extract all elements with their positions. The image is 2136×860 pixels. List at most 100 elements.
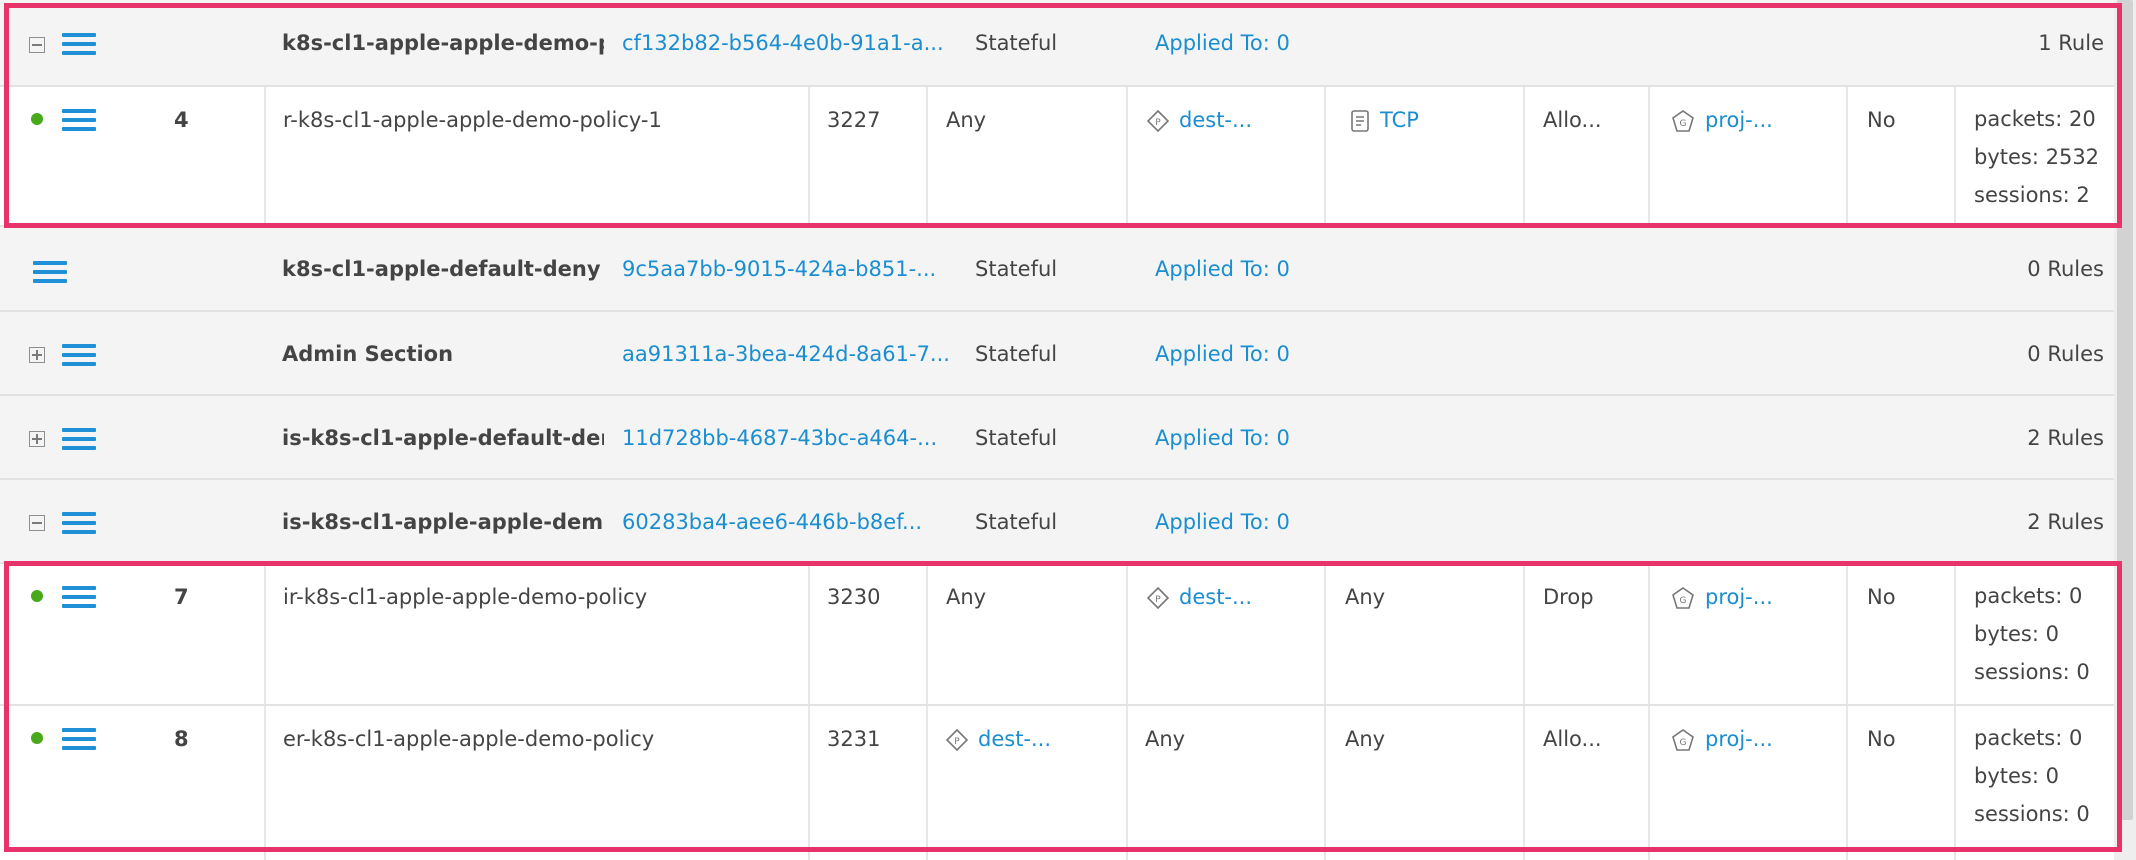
svg-text:G: G	[1680, 119, 1687, 129]
applied-to-link[interactable]: Gproj-...	[1671, 106, 1773, 134]
rule-id: 3227	[827, 108, 881, 132]
svg-text:P: P	[954, 737, 960, 747]
rule-services: Any	[1345, 727, 1386, 751]
menu-icon[interactable]	[62, 728, 96, 750]
section-name: Admin Section	[282, 342, 454, 366]
rule-count: 0 Rules	[2027, 342, 2104, 366]
rule-services: Any	[1345, 585, 1386, 609]
section-id-link[interactable]: 60283ba4-aee6-446b-b8ef...	[622, 508, 922, 536]
rule-stats: packets: 20 bytes: 2532 sessions: 2	[1974, 100, 2099, 214]
policy-section-row[interactable]: k8s-cl1-apple-apple-demo-p cf132b82-b564…	[0, 0, 2114, 87]
rule-sources: Any	[946, 585, 987, 609]
section-id-link[interactable]: 9c5aa7bb-9015-424a-b851-...	[622, 255, 936, 283]
destination-link[interactable]: Pdest-...	[1147, 106, 1252, 134]
expand-icon[interactable]	[29, 431, 45, 447]
policy-section-row[interactable]: k8s-cl1-apple-default-deny 9c5aa7bb-9015…	[0, 227, 2114, 312]
service-icon	[1351, 110, 1369, 132]
rule-count: 1 Rule	[2038, 31, 2104, 55]
rule-stats: packets: 0 bytes: 0 sessions: 0	[1974, 577, 2090, 691]
collapse-icon[interactable]	[29, 515, 45, 531]
section-type: Stateful	[975, 31, 1058, 55]
menu-icon[interactable]	[62, 344, 96, 366]
applied-to-link[interactable]: Applied To: 0	[1155, 424, 1290, 452]
menu-icon[interactable]	[62, 109, 96, 131]
section-id-link[interactable]: aa91311a-3bea-424d-8a61-7...	[622, 340, 950, 368]
bytes-stat: bytes: 2532	[1974, 145, 2100, 169]
status-dot	[31, 113, 43, 125]
section-name: is-k8s-cl1-apple-apple-demc	[282, 510, 604, 534]
packets-stat: packets: 0	[1974, 726, 2083, 750]
applied-to-link[interactable]: Gproj-...	[1671, 725, 1773, 753]
rule-stats: packets: 0 bytes: 0 sessions: 0	[1974, 719, 2090, 833]
rule-name: ir-k8s-cl1-apple-apple-demo-policy	[283, 585, 648, 609]
destination-link[interactable]: Pdest-...	[1147, 583, 1252, 611]
rule-destinations: Any	[1145, 727, 1186, 751]
expand-icon[interactable]	[29, 347, 45, 363]
svg-text:G: G	[1680, 738, 1687, 748]
svg-text:G: G	[1680, 596, 1687, 606]
source-link[interactable]: Pdest-...	[946, 725, 1051, 753]
section-type: Stateful	[975, 426, 1058, 450]
rule-action: Allo...	[1543, 727, 1602, 751]
applied-to-link[interactable]: Applied To: 0	[1155, 508, 1290, 536]
applied-to-link[interactable]: Applied To: 0	[1155, 255, 1290, 283]
section-type: Stateful	[975, 342, 1058, 366]
group-pentagon-icon: G	[1672, 587, 1694, 609]
section-id-link[interactable]: cf132b82-b564-4e0b-91a1-a...	[622, 29, 944, 57]
rule-sequence: 8	[174, 727, 189, 751]
rule-action: Drop	[1543, 585, 1594, 609]
menu-icon[interactable]	[62, 586, 96, 608]
rule-action: Allo...	[1543, 108, 1602, 132]
sessions-stat: sessions: 0	[1974, 802, 2090, 826]
svg-text:P: P	[1155, 118, 1161, 128]
rule-count: 0 Rules	[2027, 257, 2104, 281]
group-pentagon-icon: G	[1672, 110, 1694, 132]
rule-logged: No	[1867, 108, 1896, 132]
rule-count: 2 Rules	[2027, 510, 2104, 534]
svg-text:P: P	[1155, 595, 1161, 605]
firewall-policy-grid: k8s-cl1-apple-apple-demo-p cf132b82-b564…	[0, 0, 2114, 860]
bytes-stat: bytes: 0	[1974, 622, 2059, 646]
policy-section-row[interactable]: is-k8s-cl1-apple-apple-demc 60283ba4-aee…	[0, 480, 2114, 564]
status-dot	[31, 590, 43, 602]
rule-sequence: 7	[174, 585, 189, 609]
rule-sources: Any	[946, 108, 987, 132]
rule-name: er-k8s-cl1-apple-apple-demo-policy	[283, 727, 655, 751]
rule-logged: No	[1867, 727, 1896, 751]
sessions-stat: sessions: 2	[1974, 183, 2090, 207]
menu-icon[interactable]	[62, 33, 96, 55]
section-type: Stateful	[975, 257, 1058, 281]
section-name: is-k8s-cl1-apple-default-den	[282, 426, 604, 450]
packets-stat: packets: 0	[1974, 584, 2083, 608]
packets-stat: packets: 20	[1974, 107, 2096, 131]
group-diamond-icon: P	[946, 729, 968, 751]
rule-row[interactable]: 7 ir-k8s-cl1-apple-apple-demo-policy 323…	[0, 564, 2114, 706]
menu-icon[interactable]	[33, 261, 67, 283]
group-diamond-icon: P	[1147, 587, 1169, 609]
policy-section-row[interactable]: is-k8s-cl1-apple-default-den 11d728bb-46…	[0, 396, 2114, 480]
menu-icon[interactable]	[62, 512, 96, 534]
section-name: k8s-cl1-apple-apple-demo-p	[282, 31, 604, 55]
applied-to-link[interactable]: Applied To: 0	[1155, 340, 1290, 368]
applied-to-link[interactable]: Gproj-...	[1671, 583, 1773, 611]
scrollbar-thumb[interactable]	[2117, 0, 2133, 820]
group-pentagon-icon: G	[1672, 729, 1694, 751]
service-link[interactable]: TCP	[1350, 106, 1419, 134]
rule-name: r-k8s-cl1-apple-apple-demo-policy-1	[283, 108, 662, 132]
section-type: Stateful	[975, 510, 1058, 534]
rule-sequence: 4	[174, 108, 189, 132]
rule-logged: No	[1867, 585, 1896, 609]
sessions-stat: sessions: 0	[1974, 660, 2090, 684]
policy-section-row[interactable]: Admin Section aa91311a-3bea-424d-8a61-7.…	[0, 312, 2114, 396]
bytes-stat: bytes: 0	[1974, 764, 2059, 788]
rule-id: 3230	[827, 585, 881, 609]
group-diamond-icon: P	[1147, 110, 1169, 132]
rule-row[interactable]: 8 er-k8s-cl1-apple-apple-demo-policy 323…	[0, 706, 2114, 860]
applied-to-link[interactable]: Applied To: 0	[1155, 29, 1290, 57]
section-id-link[interactable]: 11d728bb-4687-43bc-a464-...	[622, 424, 937, 452]
collapse-icon[interactable]	[29, 37, 45, 53]
rule-row[interactable]: 4 r-k8s-cl1-apple-apple-demo-policy-1 32…	[0, 87, 2114, 227]
rule-count: 2 Rules	[2027, 426, 2104, 450]
section-name: k8s-cl1-apple-default-deny	[282, 257, 601, 281]
menu-icon[interactable]	[62, 428, 96, 450]
